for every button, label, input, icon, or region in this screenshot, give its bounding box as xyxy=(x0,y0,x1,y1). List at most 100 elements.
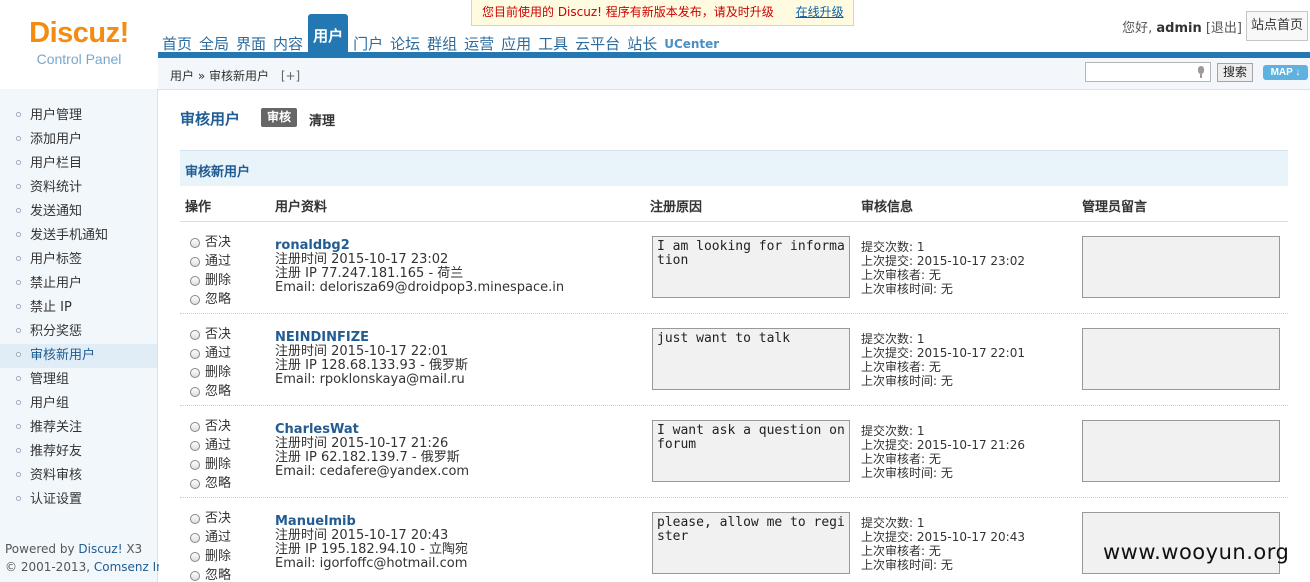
sidebar-item-0[interactable]: 用户管理 xyxy=(0,104,157,128)
sidebar-item-11[interactable]: 管理组 xyxy=(0,368,157,392)
microphone-icon[interactable] xyxy=(1197,66,1205,78)
admin-note-field[interactable] xyxy=(1082,236,1280,298)
username-link[interactable]: NEINDINFIZE xyxy=(275,331,468,345)
tab-audit[interactable]: 审核 xyxy=(261,108,298,127)
radio-button[interactable] xyxy=(190,330,200,340)
sidebar-item-label: 认证设置 xyxy=(30,492,83,507)
radio-button[interactable] xyxy=(190,460,200,470)
powered-by: Powered by Discuz! X3 xyxy=(5,542,143,556)
sidebar-item-2[interactable]: 用户栏目 xyxy=(0,152,157,176)
bullet-icon xyxy=(16,304,21,309)
username-link[interactable]: Manuelmib xyxy=(275,515,468,529)
action-option[interactable]: 忽略 xyxy=(188,382,248,401)
action-option[interactable]: 忽略 xyxy=(188,474,248,493)
radio-button[interactable] xyxy=(190,422,200,432)
audit-info: 提交次数: 1 上次提交: 2015-10-17 22:01 上次审核者: 无上次审… xyxy=(861,332,1025,388)
user-profile: ronaldbg2 注册时间 2015-10-17 23:02 注册 IP 77.2… xyxy=(275,239,564,295)
sidebar-item-label: 推荐关注 xyxy=(30,420,83,435)
action-options: 否决 通过 删除 忽略 xyxy=(188,233,248,309)
sidebar-item-6[interactable]: 用户标签 xyxy=(0,248,157,272)
action-option[interactable]: 通过 xyxy=(188,252,248,271)
register-time: 注册时间 2015-10-17 23:02 xyxy=(275,252,449,267)
action-option[interactable]: 通过 xyxy=(188,344,248,363)
action-option[interactable]: 否决 xyxy=(188,325,248,344)
admin-note-field[interactable] xyxy=(1082,328,1280,390)
radio-button[interactable] xyxy=(190,257,200,267)
action-option-label: 通过 xyxy=(205,438,232,453)
sidebar-item-15[interactable]: 资料审核 xyxy=(0,464,157,488)
radio-button[interactable] xyxy=(190,552,200,562)
powered-brand[interactable]: Discuz! xyxy=(78,542,122,556)
section-title: 审核新用户 xyxy=(185,165,251,180)
radio-button[interactable] xyxy=(190,387,200,397)
logo-name: Discuz! xyxy=(29,17,129,49)
username-link[interactable]: CharlesWat xyxy=(275,423,469,437)
admin-note-field[interactable] xyxy=(1082,420,1280,482)
radio-button[interactable] xyxy=(190,441,200,451)
sidebar-item-10[interactable]: 审核新用户 xyxy=(0,344,157,368)
sidebar-item-9[interactable]: 积分奖惩 xyxy=(0,320,157,344)
last-auditor: 上次审核者: 无 xyxy=(861,360,941,374)
sidebar-item-13[interactable]: 推荐关注 xyxy=(0,416,157,440)
register-reason-field[interactable]: just want to talk xyxy=(652,328,850,390)
radio-button[interactable] xyxy=(190,479,200,489)
last-auditor: 上次审核者: 无 xyxy=(861,452,941,466)
last-audit-time: 上次审核时间: 无 xyxy=(861,282,953,296)
breadcrumb-path[interactable]: 用户 » 审核新用户 xyxy=(170,69,269,83)
action-option[interactable]: 忽略 xyxy=(188,290,248,309)
action-option[interactable]: 删除 xyxy=(188,455,248,474)
logo[interactable]: Discuz! Control Panel xyxy=(0,0,158,89)
last-auditor: 上次审核者: 无 xyxy=(861,544,941,558)
register-ip: 注册 IP 195.182.94.10 - 立陶宛 xyxy=(275,542,469,557)
sidebar-item-8[interactable]: 禁止 IP xyxy=(0,296,157,320)
sidebar-item-1[interactable]: 添加用户 xyxy=(0,128,157,152)
map-button[interactable]: MAP ↓ xyxy=(1263,65,1308,80)
last-submit: 上次提交: 2015-10-17 22:01 xyxy=(861,346,1025,360)
radio-button[interactable] xyxy=(190,295,200,305)
user-bar: 您好, admin [退出] xyxy=(1122,17,1242,36)
action-option[interactable]: 否决 xyxy=(188,233,248,252)
action-option[interactable]: 否决 xyxy=(188,509,248,528)
radio-button[interactable] xyxy=(190,514,200,524)
site-home-button[interactable]: 站点首页 xyxy=(1246,11,1308,41)
bullet-icon xyxy=(16,208,21,213)
page-title: 审核用户 xyxy=(180,110,241,128)
sidebar-item-7[interactable]: 禁止用户 xyxy=(0,272,157,296)
action-option[interactable]: 删除 xyxy=(188,547,248,566)
register-reason-field[interactable]: I want ask a question on forum xyxy=(652,420,850,482)
action-option-label: 删除 xyxy=(205,365,232,380)
sidebar-item-16[interactable]: 认证设置 xyxy=(0,488,157,512)
action-option[interactable]: 删除 xyxy=(188,363,248,382)
search-button[interactable]: 搜索 xyxy=(1217,63,1253,82)
add-shortcut-link[interactable]: [+] xyxy=(281,69,300,83)
sidebar-item-label: 审核新用户 xyxy=(30,348,96,363)
radio-button[interactable] xyxy=(190,533,200,543)
radio-button[interactable] xyxy=(190,571,200,581)
register-reason-field[interactable]: please, allow me to register xyxy=(652,512,850,574)
copyright: © 2001-2013, Comsenz Inc. xyxy=(5,560,175,574)
last-submit: 上次提交: 2015-10-17 20:43 xyxy=(861,530,1025,544)
action-option[interactable]: 通过 xyxy=(188,436,248,455)
sidebar-item-14[interactable]: 推荐好友 xyxy=(0,440,157,464)
radio-button[interactable] xyxy=(190,238,200,248)
tab-clean[interactable]: 清理 xyxy=(309,110,335,129)
logout-link[interactable]: [退出] xyxy=(1206,21,1242,36)
sidebar-item-4[interactable]: 发送通知 xyxy=(0,200,157,224)
action-option[interactable]: 忽略 xyxy=(188,566,248,582)
action-option[interactable]: 否决 xyxy=(188,417,248,436)
action-option[interactable]: 删除 xyxy=(188,271,248,290)
sidebar-item-5[interactable]: 发送手机通知 xyxy=(0,224,157,248)
logo-subtitle: Control Panel xyxy=(36,51,122,67)
sidebar-item-3[interactable]: 资料统计 xyxy=(0,176,157,200)
radio-button[interactable] xyxy=(190,349,200,359)
audit-info: 提交次数: 1 上次提交: 2015-10-17 20:43 上次审核者: 无上次审… xyxy=(861,516,1025,572)
username-link[interactable]: ronaldbg2 xyxy=(275,239,564,253)
radio-button[interactable] xyxy=(190,276,200,286)
sidebar-item-12[interactable]: 用户组 xyxy=(0,392,157,416)
sidebar-item-label: 资料审核 xyxy=(30,468,83,483)
upgrade-link[interactable]: 在线升级 xyxy=(796,5,844,19)
action-option[interactable]: 通过 xyxy=(188,528,248,547)
radio-button[interactable] xyxy=(190,368,200,378)
search-input[interactable] xyxy=(1085,62,1211,82)
register-reason-field[interactable]: I am looking for information xyxy=(652,236,850,298)
